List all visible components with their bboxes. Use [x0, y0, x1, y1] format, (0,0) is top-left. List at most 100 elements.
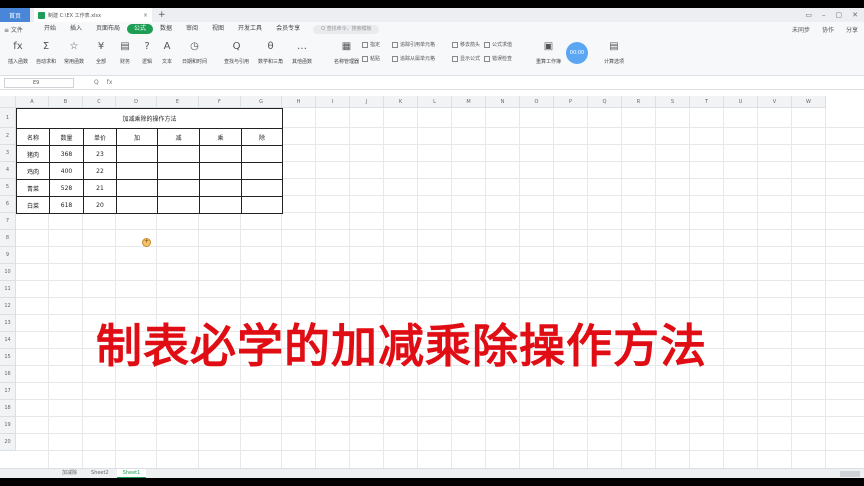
calculation-options-button[interactable]: ▤ 计算选项 — [604, 39, 624, 66]
ribbon-button-9[interactable]: θ 数学和三角 — [258, 39, 283, 66]
ribbon-button-11[interactable]: ▦ 名称管理器 — [334, 39, 359, 66]
select-all-corner[interactable] — [0, 96, 16, 108]
column-header-F[interactable]: F — [199, 96, 241, 108]
window-control-1[interactable]: – — [822, 11, 826, 19]
menu-item-6[interactable]: 视图 — [205, 24, 231, 34]
table-cell[interactable] — [157, 145, 200, 163]
table-cell[interactable]: 618 — [49, 196, 84, 214]
menu-item-0[interactable]: 开始 — [37, 24, 63, 34]
ribbon-button-6[interactable]: A 文本 — [160, 39, 174, 66]
table-cell[interactable]: 20 — [83, 196, 117, 214]
ribbon-button-5[interactable]: ? 逻辑 — [140, 39, 154, 66]
table-cell[interactable] — [199, 179, 242, 197]
ribbon-small-item-1[interactable]: 粘贴 — [362, 55, 380, 62]
sheet-tab-1[interactable]: Sheet2 — [85, 469, 115, 478]
row-header-9[interactable]: 9 — [0, 247, 16, 264]
table-cell[interactable]: 22 — [83, 162, 117, 180]
ribbon-button-1[interactable]: Σ 自动求和 — [36, 39, 56, 66]
row-header-13[interactable]: 13 — [0, 315, 16, 332]
recalculate-workbook-button[interactable]: ▣ 重算工作簿 — [536, 39, 561, 66]
table-cell[interactable] — [241, 179, 283, 197]
column-header-O[interactable]: O — [520, 96, 554, 108]
table-header-cell[interactable]: 名称 — [16, 128, 50, 146]
fx-icon[interactable]: fx — [107, 79, 113, 86]
table-header-cell[interactable]: 单价 — [83, 128, 117, 146]
column-header-I[interactable]: I — [316, 96, 350, 108]
ribbon-small-item-6[interactable]: 公式求值 — [484, 41, 512, 48]
sheet-tab-0[interactable]: 加减除 — [56, 469, 83, 478]
column-header-H[interactable]: H — [282, 96, 316, 108]
menu-item-2[interactable]: 页面布局 — [89, 24, 127, 34]
table-cell[interactable] — [116, 145, 158, 163]
zoom-icon[interactable]: Q — [94, 79, 99, 86]
ribbon-small-item-4[interactable]: 移去箭头 — [452, 41, 480, 48]
row-header-14[interactable]: 14 — [0, 332, 16, 349]
table-cell[interactable] — [199, 196, 242, 214]
table-header-cell[interactable]: 减 — [157, 128, 200, 146]
table-cell[interactable] — [241, 196, 283, 214]
column-header-J[interactable]: J — [350, 96, 384, 108]
home-tab[interactable]: 首页 — [0, 8, 30, 22]
table-cell[interactable]: 368 — [49, 145, 84, 163]
command-search-input[interactable]: Q 查找命令、搜索模板 — [313, 24, 380, 34]
table-cell[interactable]: 猪肉 — [16, 145, 50, 163]
row-header-6[interactable]: 6 — [0, 196, 16, 213]
table-cell[interactable]: 528 — [49, 179, 84, 197]
table-cell[interactable] — [241, 145, 283, 163]
table-cell[interactable]: 白菜 — [16, 196, 50, 214]
ribbon-small-item-2[interactable]: 追踪引用单元格 — [392, 41, 435, 48]
table-cell[interactable]: 23 — [83, 145, 117, 163]
menu-item-1[interactable]: 插入 — [63, 24, 89, 34]
column-header-G[interactable]: G — [241, 96, 282, 108]
close-tab-icon[interactable]: × — [143, 12, 148, 19]
ribbon-small-item-0[interactable]: 指定 — [362, 41, 380, 48]
table-cell[interactable] — [116, 196, 158, 214]
menu-item-5[interactable]: 审阅 — [179, 24, 205, 34]
column-header-E[interactable]: E — [157, 96, 199, 108]
table-cell[interactable] — [157, 179, 200, 197]
ribbon-button-10[interactable]: … 其他函数 — [292, 39, 312, 66]
row-header-11[interactable]: 11 — [0, 281, 16, 298]
row-header-12[interactable]: 12 — [0, 298, 16, 315]
window-control-3[interactable]: ✕ — [852, 11, 858, 19]
column-header-D[interactable]: D — [116, 96, 157, 108]
document-tab[interactable]: 制建 C:\EX 工作表.xlsx × — [34, 8, 152, 22]
menu-item-8[interactable]: 会员专享 — [269, 24, 307, 34]
ribbon-button-7[interactable]: ◷ 日期和时间 — [182, 39, 207, 66]
table-cell[interactable] — [116, 162, 158, 180]
column-header-S[interactable]: S — [656, 96, 690, 108]
row-header-17[interactable]: 17 — [0, 383, 16, 400]
menu-item-3[interactable]: 公式 — [126, 24, 153, 34]
row-header-3[interactable]: 3 — [0, 145, 16, 162]
window-control-0[interactable]: ▭ — [805, 11, 812, 19]
table-cell[interactable]: 鸡肉 — [16, 162, 50, 180]
ribbon-button-0[interactable]: fx 插入函数 — [8, 39, 28, 66]
column-header-N[interactable]: N — [486, 96, 520, 108]
formula-input[interactable] — [118, 78, 864, 88]
row-header-10[interactable]: 10 — [0, 264, 16, 281]
worksheet-grid[interactable]: 20 19 18 17 16 15 14 13 12 11 10 9 8 7 6 5 4 3 2 1 W V U T S R Q P O… — [0, 96, 864, 468]
row-header-19[interactable]: 19 — [0, 417, 16, 434]
ribbon-small-item-5[interactable]: 显示公式 — [452, 55, 480, 62]
row-header-18[interactable]: 18 — [0, 400, 16, 417]
new-tab-icon[interactable]: + — [158, 10, 166, 20]
row-header-1[interactable]: 1 — [0, 108, 16, 128]
menu-right-item-0[interactable]: 未同步 — [792, 25, 810, 34]
ribbon-small-item-7[interactable]: 错误检查 — [484, 55, 512, 62]
row-header-2[interactable]: 2 — [0, 128, 16, 145]
table-header-cell[interactable]: 乘 — [199, 128, 242, 146]
table-cell[interactable] — [199, 145, 242, 163]
table-cell[interactable]: 青菜 — [16, 179, 50, 197]
file-menu[interactable]: ≡ 文件 — [4, 25, 23, 34]
row-header-7[interactable]: 7 — [0, 213, 16, 230]
ribbon-small-item-3[interactable]: 追踪从属单元格 — [392, 55, 435, 62]
column-header-L[interactable]: L — [418, 96, 452, 108]
table-cell[interactable]: 21 — [83, 179, 117, 197]
window-control-2[interactable]: ▢ — [836, 11, 843, 19]
table-header-cell[interactable]: 数量 — [49, 128, 84, 146]
horizontal-scrollbar[interactable] — [840, 470, 860, 477]
column-header-A[interactable]: A — [16, 96, 49, 108]
column-header-K[interactable]: K — [384, 96, 418, 108]
table-cell[interactable] — [116, 179, 158, 197]
menu-item-4[interactable]: 数据 — [153, 24, 179, 34]
